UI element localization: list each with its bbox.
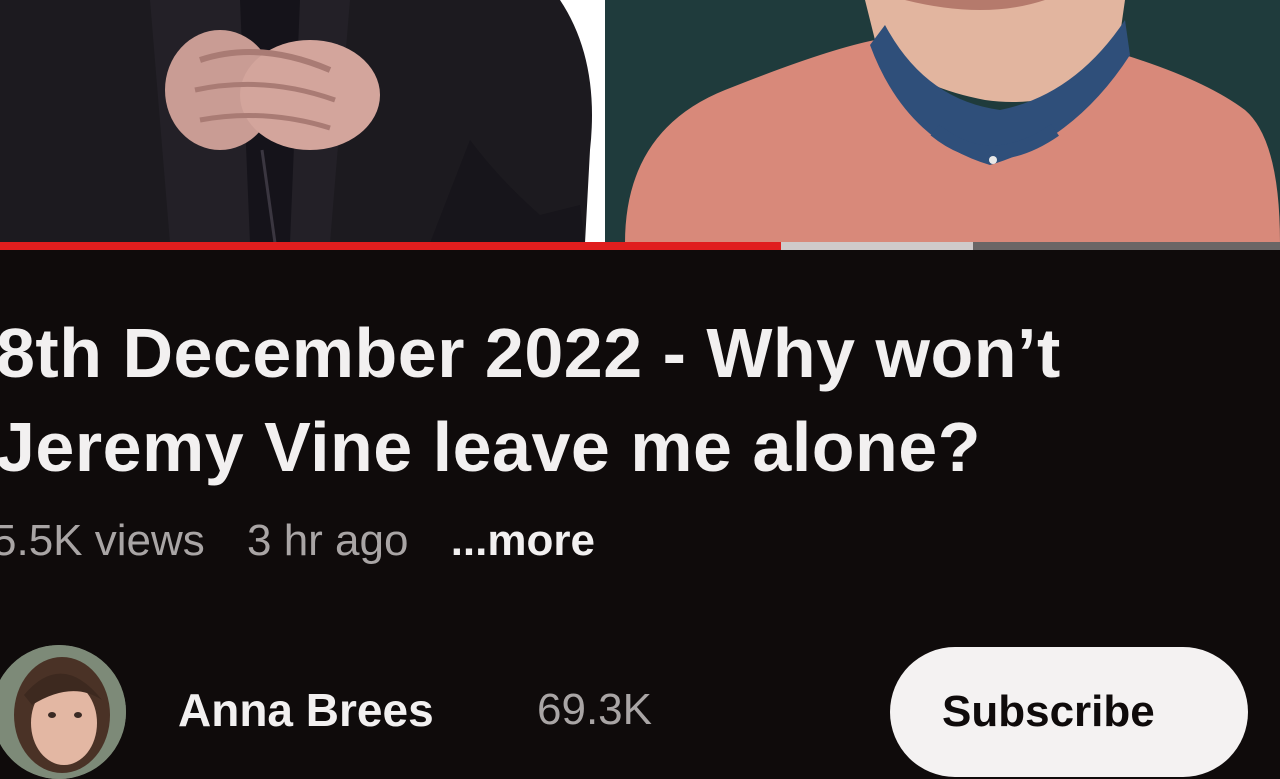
channel-avatar[interactable]: [0, 645, 126, 779]
subscriber-count: 69.3K: [537, 685, 652, 734]
subscribe-button[interactable]: Subscribe: [890, 647, 1248, 777]
thumbnail-right-image: [605, 0, 1280, 243]
channel-name[interactable]: Anna Brees: [178, 683, 434, 737]
view-count: 5.5K views: [0, 516, 205, 565]
avatar-portrait-icon: [0, 645, 126, 779]
video-title: 8th December 2022 - Why won’t Jeremy Vin…: [0, 314, 1061, 486]
man-in-suit-illustration: [0, 0, 605, 243]
video-progress-bar[interactable]: [0, 242, 1280, 250]
upload-time: 3 hr ago: [247, 516, 409, 565]
video-meta: 5.5K views 3 hr ago ...more: [0, 516, 625, 566]
subscribe-label: Subscribe: [942, 687, 1155, 736]
more-link[interactable]: ...more: [451, 516, 595, 565]
video-player[interactable]: [0, 0, 1280, 250]
channel-row: Anna Brees 69.3K Subscribe: [0, 645, 1280, 779]
thumbnail-left-image: [0, 0, 605, 243]
man-in-sweater-illustration: [605, 0, 1280, 243]
progress-played: [0, 242, 781, 250]
